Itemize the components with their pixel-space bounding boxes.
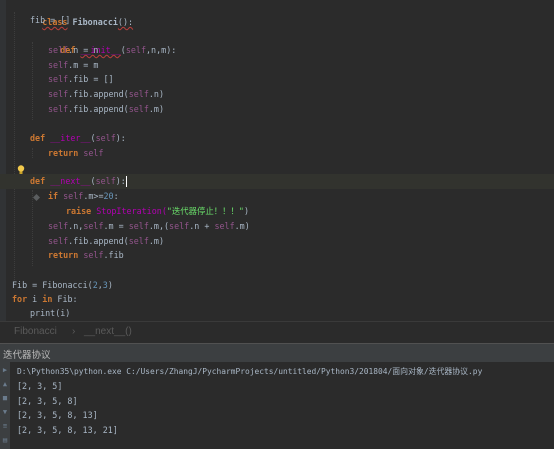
self-keyword: self: [83, 148, 104, 158]
code-text: .fib: [103, 250, 124, 260]
keyword: if: [48, 191, 59, 201]
code-line-16[interactable]: self.n,self.m = self.m,(self.n + self.m): [0, 219, 554, 234]
rerun-icon[interactable]: ▶: [1, 366, 9, 374]
code-text: fib = []: [30, 15, 71, 25]
stop-icon[interactable]: ■: [1, 394, 9, 402]
code-text: ): [243, 206, 249, 216]
self-keyword: self: [48, 45, 69, 55]
print-icon[interactable]: ▤: [1, 436, 9, 444]
code-text: i: [27, 294, 43, 304]
code-text: ): [107, 280, 113, 290]
output-line: [2, 3, 5, 8, 13]: [17, 410, 98, 420]
code-line-3[interactable]: def __init__(self,n,m):: [0, 28, 554, 55]
code-line-6[interactable]: self.fib = []: [0, 72, 554, 87]
exception-name: StopIteration(: [96, 206, 167, 216]
code-line-8[interactable]: self.fib.append(self.m): [0, 102, 554, 117]
code-text: ):: [115, 176, 126, 186]
run-tab[interactable]: 迭代器协议: [0, 343, 554, 362]
code-line-5[interactable]: self.m = m: [0, 58, 554, 73]
code-text: .fib.append(: [68, 104, 129, 114]
run-tab-title: 迭代器协议: [3, 350, 51, 361]
run-panel: 迭代器协议 ▶ ▲ ■ ▼ ≡ ▤ D:\Python35\python.exe…: [0, 343, 554, 449]
code-text: :: [113, 191, 119, 201]
keyword: for: [12, 294, 28, 304]
keyword: return: [48, 148, 79, 158]
code-text: .fib.append(: [68, 236, 129, 246]
soft-wrap-icon[interactable]: ≡: [1, 422, 9, 430]
code-line-15[interactable]: raise StopIteration("迭代器停止！！！"): [0, 204, 554, 219]
code-text: .m): [234, 221, 250, 231]
code-text: ):: [115, 133, 126, 143]
string-literal: "迭代器停止！！！": [166, 206, 244, 216]
run-command: D:\Python35\python.exe C:/Users/ZhangJ/P…: [17, 367, 483, 376]
self-keyword: self: [48, 89, 69, 99]
code-line-14[interactable]: if self.m>=20:: [0, 189, 554, 204]
self-keyword: self: [95, 176, 116, 186]
function-name: __next__: [50, 176, 91, 186]
self-keyword: self: [48, 74, 69, 84]
output-line: [2, 3, 5, 8]: [17, 396, 78, 406]
arrow-down-icon[interactable]: ▼: [1, 408, 9, 416]
code-text: .m): [148, 236, 164, 246]
code-text: .m>=: [83, 191, 104, 201]
self-keyword: self: [128, 236, 149, 246]
output-line: [2, 3, 5]: [17, 381, 63, 391]
self-keyword: self: [128, 104, 149, 114]
breadcrumb-class[interactable]: Fibonacci: [14, 326, 57, 337]
self-keyword: self: [128, 221, 149, 231]
self-keyword: self: [128, 89, 149, 99]
self-keyword: self: [48, 60, 69, 70]
code-line-11[interactable]: return self: [0, 146, 554, 161]
code-line-21[interactable]: for i in Fib:: [0, 292, 554, 307]
code-text: .n = n: [68, 45, 99, 55]
code-text: Fib:: [52, 294, 78, 304]
run-toolbar: ▶ ▲ ■ ▼ ≡ ▤: [0, 362, 10, 449]
keyword: return: [48, 250, 79, 260]
self-keyword: self: [83, 250, 104, 260]
keyword: def: [30, 176, 46, 186]
number-literal: 20: [103, 191, 114, 201]
function-name: __iter__: [50, 133, 91, 143]
breadcrumb-separator: ›: [72, 326, 76, 337]
code-text: .m =: [103, 221, 129, 231]
code-line-18[interactable]: return self.fib: [0, 248, 554, 263]
code-text: .m,(: [148, 221, 170, 231]
code-text: .n): [148, 89, 164, 99]
self-keyword: self: [63, 191, 84, 201]
code-line-10[interactable]: def __iter__(self):: [0, 131, 554, 146]
code-text: .fib.append(: [68, 89, 129, 99]
code-text: print(i): [30, 308, 71, 318]
code-text: Fib = Fibonacci(: [12, 280, 93, 290]
code-text: .n +: [189, 221, 215, 231]
code-text: .n,: [68, 221, 84, 231]
lightbulb-icon[interactable]: [17, 160, 25, 174]
code-line-22[interactable]: print(i): [0, 306, 554, 321]
output-line: [2, 3, 5, 8, 13, 21]: [17, 425, 118, 435]
self-keyword: self: [95, 133, 116, 143]
code-text: .fib = []: [68, 74, 114, 84]
self-keyword: self: [48, 221, 69, 231]
breadcrumb: Fibonacci › __next__(): [0, 321, 554, 344]
code-line-20[interactable]: Fib = Fibonacci(2,3): [0, 278, 554, 293]
code-text: .m = m: [68, 60, 99, 70]
keyword: def: [30, 133, 46, 143]
code-line-2[interactable]: fib = []: [0, 13, 554, 28]
code-text: .m): [148, 104, 164, 114]
self-keyword: self: [169, 221, 190, 231]
keyword: in: [42, 294, 53, 304]
code-editor[interactable]: class Fibonacci(): fib = [] def __init__…: [0, 0, 554, 321]
arrow-up-icon[interactable]: ▲: [1, 380, 9, 388]
code-line-13[interactable]: def __next__(self):: [0, 174, 554, 201]
self-keyword: self: [214, 221, 235, 231]
self-keyword: self: [48, 104, 69, 114]
code-line-17[interactable]: self.fib.append(self.m): [0, 234, 554, 249]
keyword: raise: [66, 206, 92, 216]
code-line-4[interactable]: self.n = n: [0, 43, 554, 58]
self-keyword: self: [48, 236, 69, 246]
breadcrumb-method[interactable]: __next__(): [84, 326, 132, 337]
breakpoint-icon[interactable]: [2, 177, 41, 201]
text-cursor: [125, 176, 127, 187]
self-keyword: self: [83, 221, 104, 231]
code-line-7[interactable]: self.fib.append(self.n): [0, 87, 554, 102]
